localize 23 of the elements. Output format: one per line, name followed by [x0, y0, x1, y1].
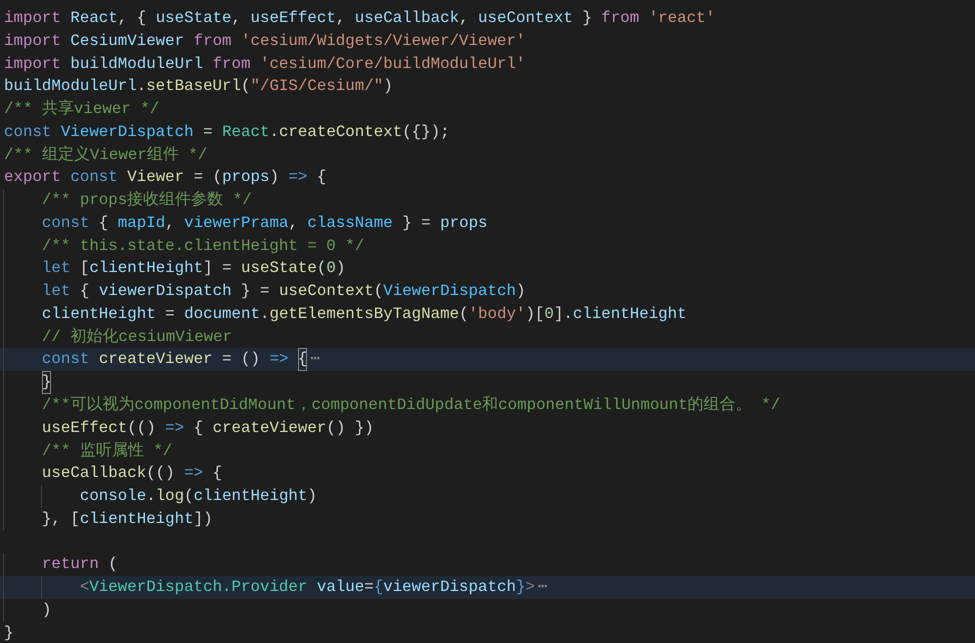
code-line: /** 组定义Viewer组件 */ — [3, 144, 208, 166]
code-line: clientHeight = document.getElementsByTagName('body')[0].clientHeight — [0, 302, 975, 326]
code-line: import buildModuleUrl from 'cesium/Core/buildModuleUrl' — [3, 54, 526, 75]
code-line: /**可以视为componentDidMount，componentDidUpdate和componentWillUnmount的组合。 */ — [0, 394, 975, 417]
code-line: useCallback(() => { — [0, 462, 975, 486]
code-line: } — [0, 371, 975, 394]
code-line: let { viewerDispatch } = useContext(ViewerDispatch) — [0, 280, 975, 303]
code-line: /** this.state.clientHeight = 0 */ — [0, 234, 975, 258]
code-line: export const Viewer = (props) => { — [3, 167, 328, 188]
code-line: } — [3, 622, 14, 643]
code-line: /** 共享viewer */ — [3, 98, 160, 120]
code-line: let [clientHeight] = useState(0) — [0, 257, 975, 280]
code-line: import CesiumViewer from 'cesium/Widgets/Viewer/Viewer' — [3, 30, 526, 52]
code-line: /** 监听属性 */ — [0, 440, 975, 462]
code-line: import React, { useState, useEffect, useCallback, useContext } from 'react' — [3, 8, 716, 29]
code-line: ) — [0, 598, 975, 622]
code-line: const ViewerDispatch = React.createContext({}); — [3, 122, 451, 143]
code-line: const { mapId, viewerPrama, className } = props — [0, 212, 975, 235]
code-line: console.log(clientHeight) — [0, 485, 975, 508]
code-line: }, [clientHeight]) — [0, 508, 975, 531]
code-line: buildModuleUrl.setBaseUrl("/GIS/Cesium/") — [3, 76, 394, 98]
code-line: /** props接收组件参数 */ — [0, 189, 975, 212]
code-line: useEffect(() => { createViewer() }) — [0, 416, 975, 440]
